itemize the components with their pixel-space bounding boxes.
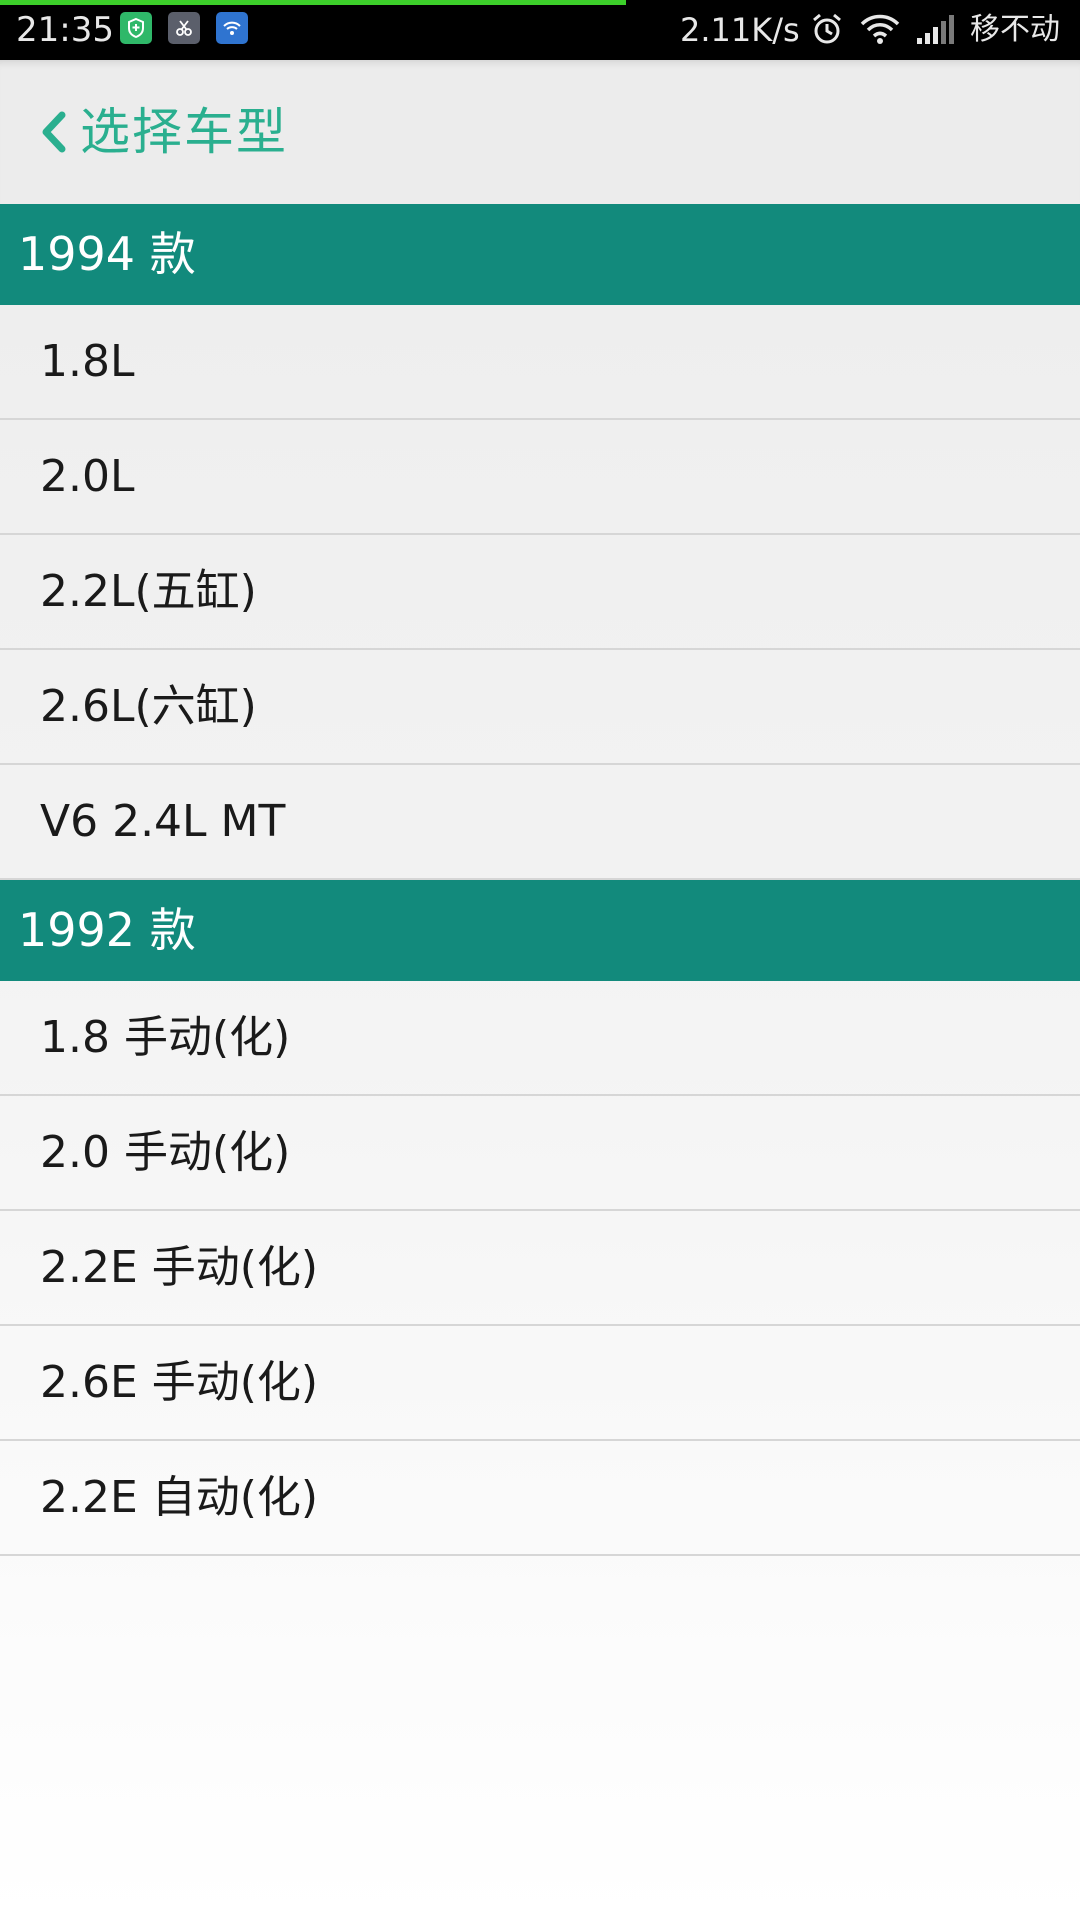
toolbar: 选择车型 — [0, 60, 1080, 204]
status-time: 21:35 — [16, 10, 114, 50]
wifi-app-icon — [216, 12, 248, 44]
list-item[interactable]: 2.6E 手动(化) — [0, 1326, 1080, 1441]
page-load-progress-bar — [0, 0, 1080, 5]
carrier-name: 移不动 — [970, 12, 1060, 47]
list-item[interactable]: 2.2L(五缸) — [0, 535, 1080, 650]
model-list: 1994 款 1.8L 2.0L 2.2L(五缸) 2.6L(六缸) V6 2.… — [0, 204, 1080, 1556]
list-item[interactable]: V6 2.4L MT — [0, 765, 1080, 880]
wifi-icon — [860, 12, 900, 50]
list-item[interactable]: 2.2E 手动(化) — [0, 1211, 1080, 1326]
shield-icon — [120, 12, 152, 44]
scissors-icon — [168, 12, 200, 44]
page-load-progress-fill — [0, 0, 627, 5]
list-item[interactable]: 2.6L(六缸) — [0, 650, 1080, 765]
page-title: 选择车型 — [80, 103, 288, 161]
signal-icon — [915, 12, 955, 50]
list-item[interactable]: 1.8 手动(化) — [0, 981, 1080, 1096]
list-item[interactable]: 2.2E 自动(化) — [0, 1441, 1080, 1556]
list-item[interactable]: 1.8L — [0, 305, 1080, 420]
status-bar: 21:35 2.11K/s 移不动 — [0, 0, 1080, 60]
section-header-1994: 1994 款 — [0, 204, 1080, 305]
section-header-1992: 1992 款 — [0, 880, 1080, 981]
back-button[interactable]: 选择车型 — [36, 96, 288, 168]
chevron-left-icon — [36, 109, 70, 155]
alarm-icon — [810, 12, 844, 50]
network-speed: 2.11K/s — [680, 11, 800, 49]
list-item[interactable]: 2.0 手动(化) — [0, 1096, 1080, 1211]
list-item[interactable]: 2.0L — [0, 420, 1080, 535]
